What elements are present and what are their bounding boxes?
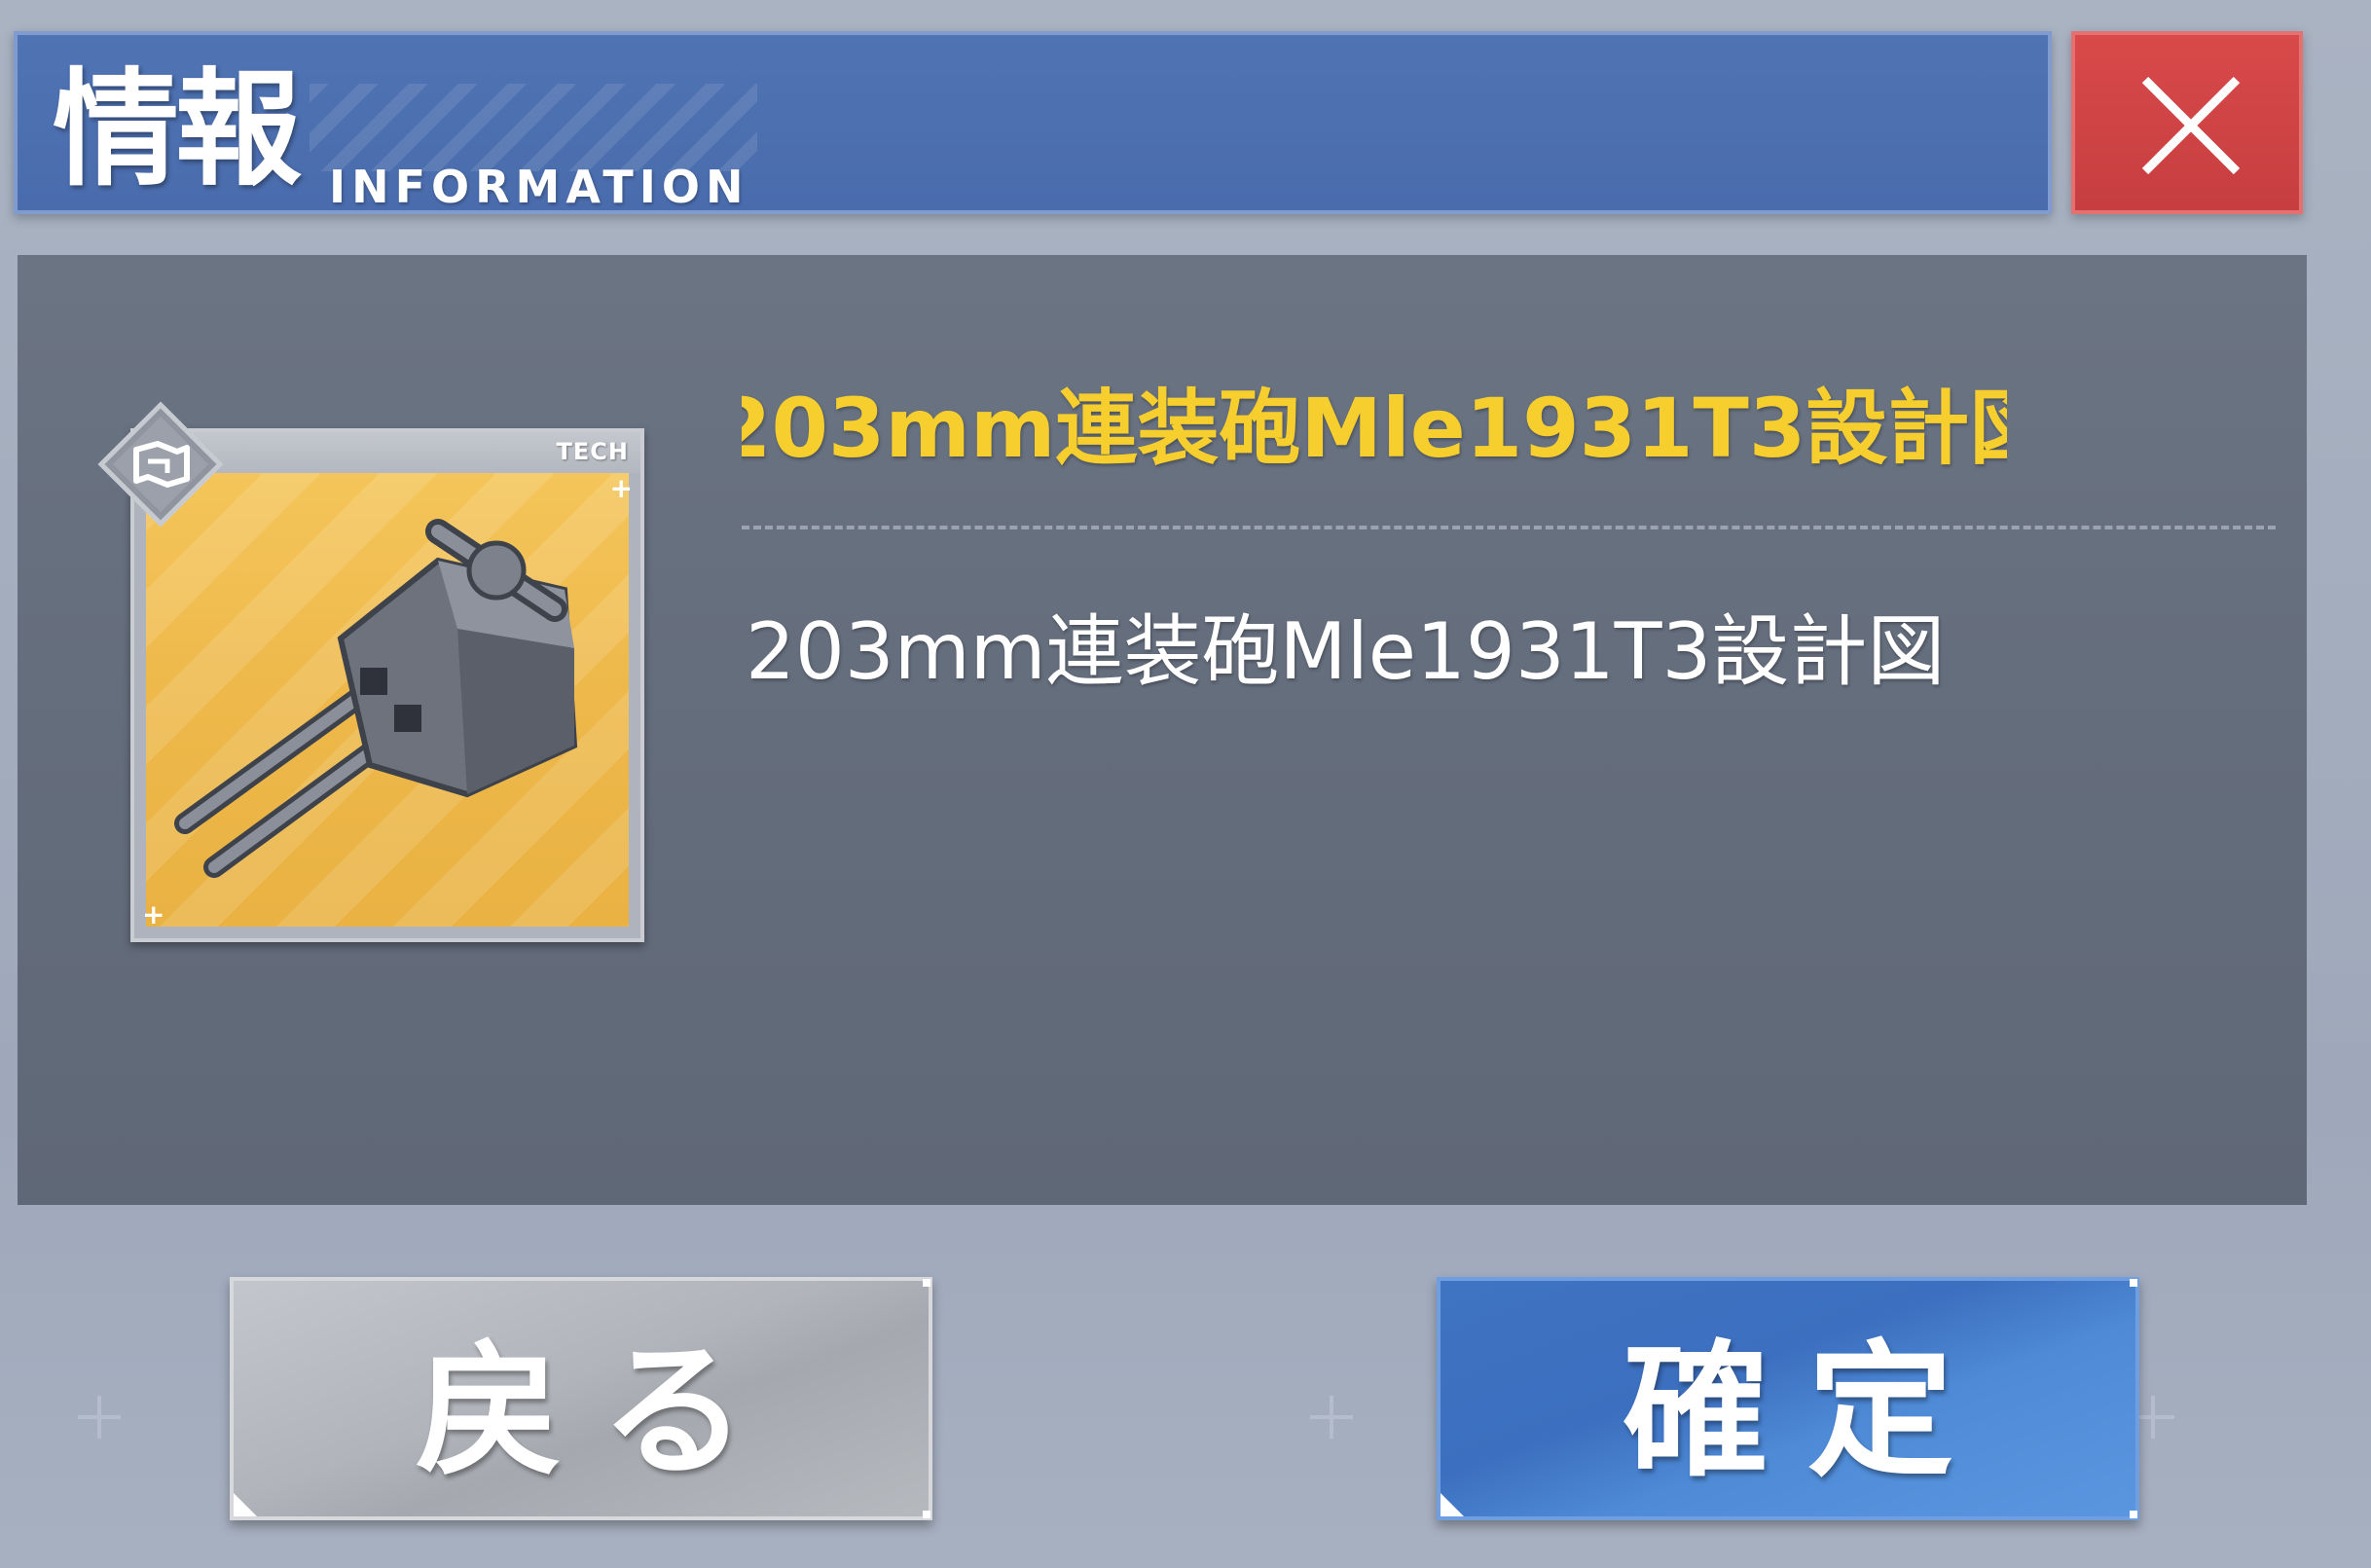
header-stripes [310, 84, 757, 171]
dialog-header: 情報 INFORMATION [14, 31, 2052, 214]
back-button-label: 戻る [415, 1325, 785, 1497]
back-button[interactable]: 戻る [230, 1277, 932, 1520]
twin-gun-turret-icon [174, 519, 578, 878]
dialog-title: 情報 [53, 55, 302, 203]
background-cross-icon [78, 1396, 121, 1439]
close-icon [2141, 76, 2241, 175]
confirm-button-label: 確定 [1622, 1325, 1992, 1497]
button-corner-dot [923, 1279, 930, 1287]
button-corner-mark [234, 1493, 257, 1516]
divider [742, 526, 2276, 529]
button-corner-mark [1441, 1493, 1464, 1516]
button-corner-dot [923, 1511, 930, 1518]
corner-plus-icon: + [609, 472, 633, 504]
item-name: 203mm連装砲Mle1931T3設計図 [742, 381, 2007, 476]
button-corner-dot [2130, 1279, 2137, 1287]
corner-plus-icon: + [142, 898, 165, 930]
background-cross-icon [1310, 1396, 1353, 1439]
button-corner-dot [2130, 1511, 2137, 1518]
item-description: 203mm連装砲Mle1931T3設計図 [746, 606, 1946, 697]
screen: 情報 INFORMATION TECH + + 203mm連装砲Mle1931T… [0, 0, 2371, 1568]
item-tag: TECH [556, 438, 629, 465]
dialog-subtitle: INFORMATION [329, 161, 749, 213]
confirm-button[interactable]: 確定 [1437, 1277, 2139, 1520]
blueprint-icon [97, 401, 224, 528]
close-button[interactable] [2071, 31, 2303, 214]
item-art [146, 473, 629, 927]
